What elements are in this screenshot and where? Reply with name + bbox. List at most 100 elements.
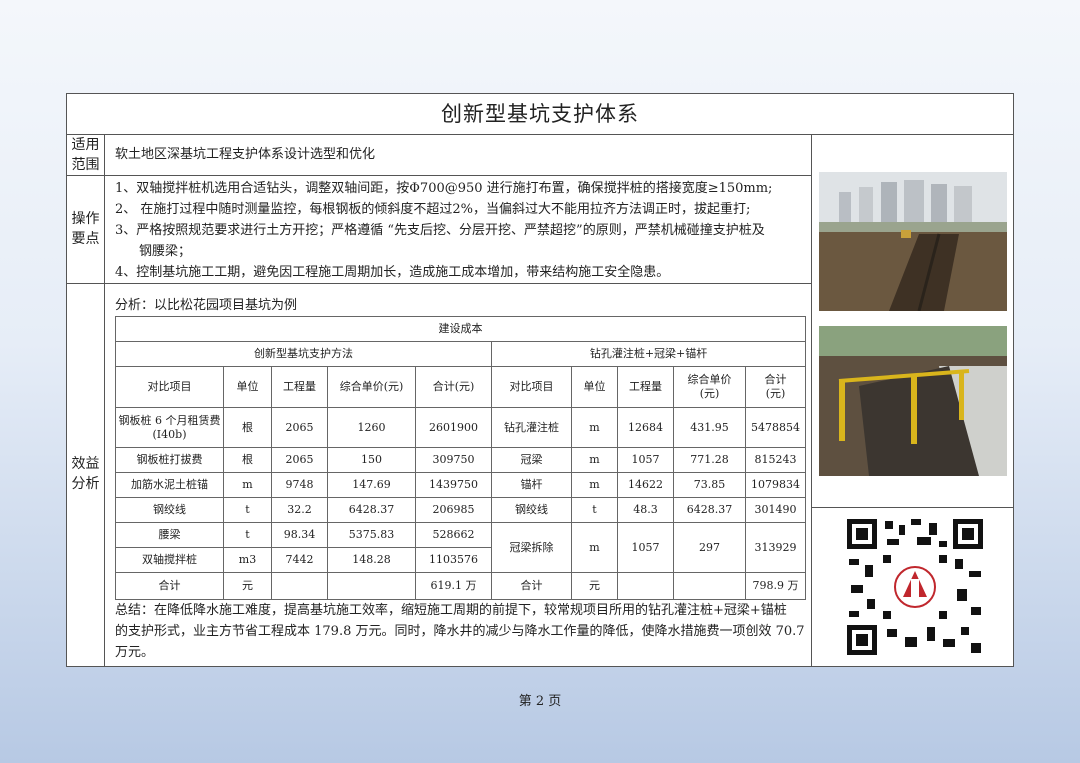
table-cell: 297 (673, 522, 746, 573)
photo-column-divider (811, 135, 812, 667)
left-group-header: 创新型基坑支护方法 (115, 341, 492, 367)
table-cell: 冠梁 (491, 447, 572, 473)
benefit-intro: 分析：以比松花园项目基坑为例 (115, 298, 298, 313)
column-header: 合计 (元) (744, 366, 807, 408)
table-cell: 锚杆 (491, 472, 572, 498)
table-cell: 冠梁拆除 (491, 522, 572, 573)
table-cell (271, 572, 328, 600)
summary-line: 总结：在降低降水施工难度，提高基坑施工效率，缩短施工周期的前提下，较常规项目所用… (115, 603, 787, 618)
operation-point: 2、 在施打过程中随时测量监控，每根钢板的倾斜度不超过2%，当偏斜过大不能用拉齐… (115, 202, 751, 217)
table-cell: 7442 (271, 547, 328, 573)
operation-point: 3、严格按照规范要求进行土方开挖；严格遵循 “先支后挖、分层开挖、严禁超挖”的原… (115, 223, 765, 238)
table-cell: 528662 (415, 522, 492, 548)
right-group-header: 钻孔灌注桩+冠梁+锚杆 (490, 341, 807, 367)
table-cell: 1057 (617, 447, 674, 473)
table-cell: 1057 (617, 522, 674, 573)
table-cell: t (223, 522, 272, 548)
column-header: 单位 (571, 366, 618, 408)
column-header: 合计(元) (415, 366, 492, 408)
table-cell: 98.34 (271, 522, 328, 548)
summary-line: 的支护形式，业主方节省工程成本 179.8 万元。同时，降水井的减少与降水工作量… (115, 624, 805, 639)
table-cell: 1079834 (744, 472, 807, 498)
table-cell: 钢绞线 (115, 497, 224, 523)
page-number: 第 2 页 (518, 694, 562, 709)
table-cell (327, 572, 416, 600)
table-cell: 147.69 (327, 472, 416, 498)
table-caption-row: 建设成本 (114, 316, 807, 342)
table-cell: 5478854 (744, 407, 807, 448)
table-cell: 双轴搅拌桩 (115, 547, 224, 573)
table-cell: 150 (327, 447, 416, 473)
table-row: 腰梁 t 98.34 5375.83 528662 冠梁拆除 m 1057 29… (115, 522, 807, 573)
table-cell (617, 572, 674, 600)
column-header: 对比项目 (491, 366, 572, 408)
page-title: 创新型基坑支护体系 (67, 94, 1013, 135)
column-header: 单位 (223, 366, 272, 408)
operation-points: 1、双轴搅拌桩机选用合适钻头，调整双轴间距，按Φ700@950 进行施打布置，确… (115, 179, 811, 284)
operation-label-line: 操作 (71, 211, 100, 227)
table-cell: 48.3 (617, 497, 674, 523)
table-header-row: 对比项目 单位 工程量 综合单价(元) 合计(元) 对比项目 单位 工程量 综合… (115, 366, 807, 408)
column-header: 综合单价 (元) (673, 366, 746, 408)
benefit-summary: 总结：在降低降水施工难度，提高基坑施工效率，缩短施工周期的前提下，较常规项目所用… (115, 600, 805, 663)
table-cell: t (571, 497, 618, 523)
table-cell: 6428.37 (673, 497, 746, 523)
scope-text: 软土地区深基坑工程支护体系设计选型和优化 (115, 147, 376, 162)
table-cell: 2065 (271, 447, 328, 473)
table-cell: 加筋水泥土桩锚 (115, 472, 224, 498)
operation-label-line: 要点 (71, 231, 100, 247)
table-cell: 腰梁 (115, 522, 224, 548)
table-cell: 206985 (415, 497, 492, 523)
summary-line: 万元。 (115, 645, 155, 660)
table-cell: 合计 (115, 572, 224, 600)
table-cell: 798.9 万 (744, 572, 807, 600)
table-cell: 钢板桩打拔费 (115, 447, 224, 473)
table-cell: 73.85 (673, 472, 746, 498)
construction-site-photo (819, 172, 1007, 311)
table-cell: 根 (223, 407, 272, 448)
benefit-label-line: 效益 (71, 456, 100, 472)
steel-sheet-pile-photo (819, 326, 1007, 476)
table-total-row: 合计 元 619.1 万 合计 元 798.9 万 (115, 572, 807, 600)
table-cell: 6428.37 (327, 497, 416, 523)
table-cell: 9748 (271, 472, 328, 498)
table-group-row: 创新型基坑支护方法 钻孔灌注桩+冠梁+锚杆 (115, 341, 807, 367)
table-cell: 钢绞线 (491, 497, 572, 523)
table-cell: 309750 (415, 447, 492, 473)
table-cell: 元 (223, 572, 272, 600)
operation-label: 操作 要点 (67, 209, 104, 249)
table-cell: 2065 (271, 407, 328, 448)
operation-point: 钢腰梁； (139, 244, 192, 259)
column-header: 工程量 (617, 366, 674, 408)
table-cell: m3 (223, 547, 272, 573)
table-cell: m (571, 472, 618, 498)
scope-label: 适用 范围 (67, 135, 104, 175)
cost-comparison-table: 建设成本 创新型基坑支护方法 钻孔灌注桩+冠梁+锚杆 对比项目 单位 工程量 综… (114, 316, 807, 600)
table-cell: 钻孔灌注桩 (491, 407, 572, 448)
table-cell: 14622 (617, 472, 674, 498)
document-sheet: 创新型基坑支护体系 适用 范围 软土地区深基坑工程支护体系设计选型和优化 操作 … (66, 93, 1014, 667)
table-row: 钢板桩 6 个月租赁费(I40b) 根 2065 1260 2601900 钻孔… (115, 407, 807, 448)
column-header: 综合单价(元) (327, 366, 416, 408)
scope-label-line: 适用 (71, 137, 100, 153)
table-row: 钢绞线 t 32.2 6428.37 206985 钢绞线 t 48.3 642… (115, 497, 807, 523)
table-cell: 32.2 (271, 497, 328, 523)
table-cell: m (223, 472, 272, 498)
table-cell: 2601900 (415, 407, 492, 448)
table-cell: 148.28 (327, 547, 416, 573)
table-caption: 建设成本 (114, 316, 807, 342)
qr-code[interactable] (847, 519, 983, 655)
operation-point: 1、双轴搅拌桩机选用合适钻头，调整双轴间距，按Φ700@950 进行施打布置，确… (115, 181, 773, 196)
scope-label-line: 范围 (71, 157, 100, 173)
qr-divider (811, 507, 1014, 508)
table-cell: 合计 (491, 572, 572, 600)
table-cell: 1260 (327, 407, 416, 448)
table-cell: 钢板桩 6 个月租赁费(I40b) (115, 407, 224, 448)
table-cell: 815243 (744, 447, 807, 473)
table-cell: m (571, 407, 618, 448)
benefit-label-line: 分析 (71, 476, 100, 492)
column-header: 工程量 (271, 366, 328, 408)
table-cell: 1103576 (415, 547, 492, 573)
table-cell: 619.1 万 (415, 572, 492, 600)
table-cell: 771.28 (673, 447, 746, 473)
